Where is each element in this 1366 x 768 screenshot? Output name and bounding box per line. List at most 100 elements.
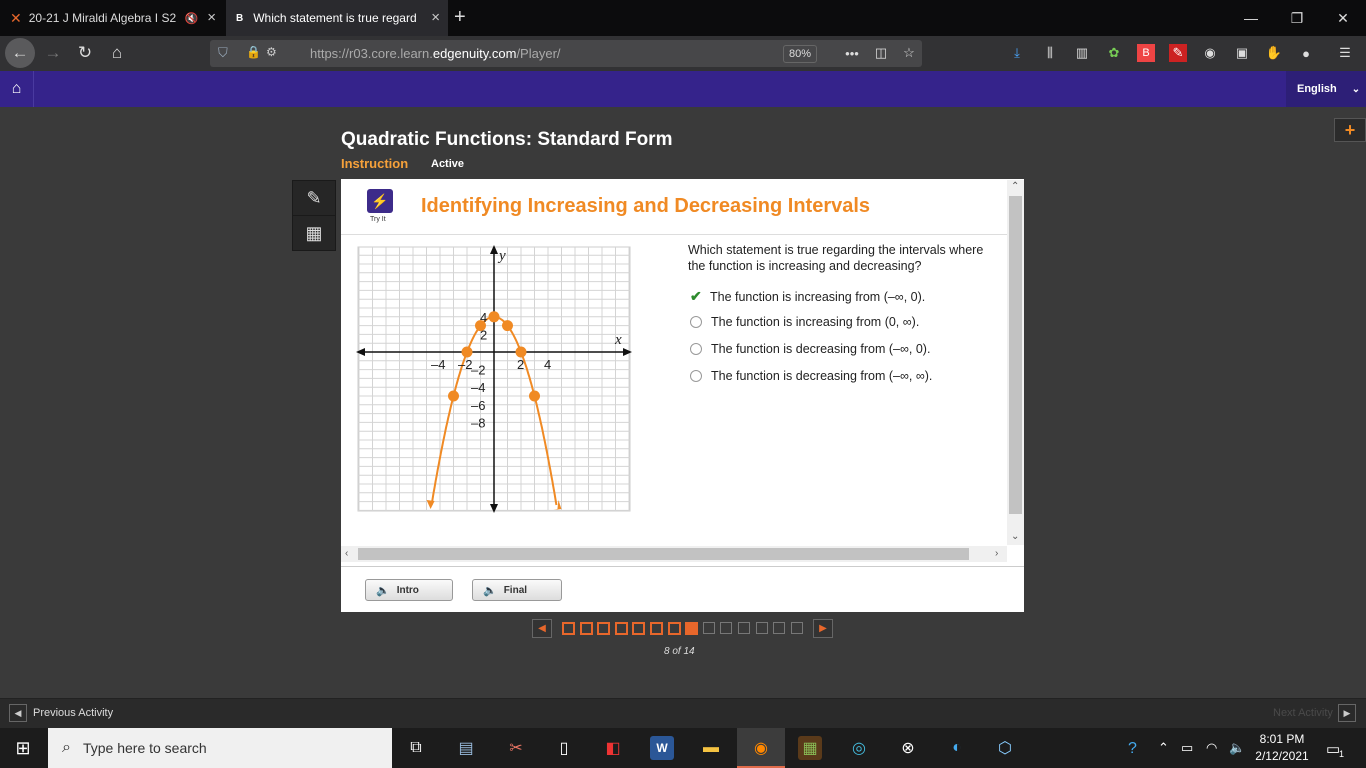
shield-icon[interactable]: ⛉ xyxy=(218,45,228,61)
radio-button[interactable] xyxy=(690,370,702,382)
x-tick-label: –4 xyxy=(431,357,445,372)
url-text[interactable]: https://r03.core.learn.edgenuity.com/Pla… xyxy=(310,46,561,61)
windows-start-icon[interactable]: ⊞ xyxy=(0,728,46,768)
scroll-up-icon[interactable]: ⌃ xyxy=(1011,181,1019,192)
minecraft-icon[interactable]: ▦ xyxy=(798,736,822,760)
office-icon[interactable]: ◧ xyxy=(601,736,625,760)
mute-tab-icon[interactable]: 🔇 xyxy=(185,12,199,25)
pager-page-box[interactable] xyxy=(773,622,786,634)
app-home-icon[interactable]: ⌂ xyxy=(0,71,34,107)
close-tab-icon[interactable]: × xyxy=(431,9,440,26)
sidebar-icon[interactable]: ▥ xyxy=(1073,44,1091,62)
forward-icon[interactable]: → xyxy=(38,38,68,68)
taskbar-clock[interactable]: 8:01 PM 2/12/2021 xyxy=(1250,731,1314,765)
pager-page-box[interactable] xyxy=(720,622,733,634)
help-icon[interactable]: ? xyxy=(1128,740,1137,758)
home-icon[interactable]: ⌂ xyxy=(102,38,132,68)
pager-page-box[interactable] xyxy=(562,622,575,635)
close-window-button[interactable]: ✕ xyxy=(1320,0,1366,36)
previous-activity-icon[interactable]: ◀ xyxy=(9,704,27,722)
app-4-icon[interactable]: ◐ xyxy=(945,736,969,760)
browser-tab-2[interactable]: B Which statement is true regard × xyxy=(226,0,448,36)
option-label: The function is decreasing from (–∞, ∞). xyxy=(711,369,933,383)
pager-next-icon[interactable]: ▶ xyxy=(813,619,833,638)
extension-2-icon[interactable]: B xyxy=(1137,44,1155,62)
final-audio-button[interactable]: 🔈 Final xyxy=(472,579,562,601)
calculator-tool-icon[interactable]: ▦ xyxy=(292,215,336,251)
file-icon[interactable]: ▯ xyxy=(552,736,576,760)
pocket-icon[interactable]: ◫ xyxy=(872,44,890,62)
battery-icon[interactable]: ▭ xyxy=(1181,740,1193,756)
firefox-icon[interactable]: ◉ xyxy=(749,736,773,760)
download-icon[interactable]: ⤓ xyxy=(1008,44,1026,62)
reload-icon[interactable]: ↻ xyxy=(70,38,100,68)
answer-option-1[interactable]: ✔ The function is increasing from (–∞, 0… xyxy=(690,288,925,305)
radio-button[interactable] xyxy=(690,343,702,355)
page-actions-icon[interactable]: ••• xyxy=(843,44,861,62)
back-icon[interactable]: ← xyxy=(5,38,35,68)
word-icon[interactable]: W xyxy=(650,736,674,760)
library-icon[interactable]: ⫼ xyxy=(1041,44,1059,62)
minimize-button[interactable]: — xyxy=(1228,0,1274,36)
graph-point xyxy=(461,346,473,358)
answer-option-4[interactable]: The function is decreasing from (–∞, ∞). xyxy=(690,369,932,383)
next-activity-icon[interactable]: ▶ xyxy=(1338,704,1356,722)
pager-page-box[interactable] xyxy=(632,622,646,635)
restore-button[interactable]: ❐ xyxy=(1274,0,1320,36)
answer-option-2[interactable]: The function is increasing from (0, ∞). xyxy=(690,315,919,329)
radio-button[interactable] xyxy=(690,316,702,328)
check-icon: ✔ xyxy=(690,288,702,304)
pager-page-box[interactable] xyxy=(579,622,593,635)
language-label: English xyxy=(1297,83,1337,95)
extension-6-icon[interactable]: ✋ xyxy=(1265,44,1283,62)
wifi-icon[interactable]: ◠ xyxy=(1206,740,1217,756)
browser-tab-1[interactable]: ✕ 20-21 J Miraldi Algebra I S2 A 🔇 × xyxy=(0,0,224,36)
scroll-left-icon[interactable]: ‹ xyxy=(345,548,348,559)
language-select[interactable]: English ⌄ xyxy=(1286,71,1366,107)
close-tab-icon[interactable]: × xyxy=(207,9,216,26)
pager-page-box[interactable] xyxy=(702,622,715,634)
pager-page-box[interactable] xyxy=(755,622,768,634)
taskbar-search[interactable]: ⌕ Type here to search xyxy=(48,728,392,768)
extension-5-icon[interactable]: ▣ xyxy=(1233,44,1251,62)
extension-3-icon[interactable]: ✎ xyxy=(1169,44,1187,62)
extension-7-icon[interactable]: ● xyxy=(1297,44,1315,62)
volume-icon[interactable]: 🔈 xyxy=(1229,740,1245,756)
vertical-scroll-thumb[interactable] xyxy=(1009,196,1022,514)
show-hidden-icons-icon[interactable]: ⌃ xyxy=(1158,740,1169,756)
extension-1-icon[interactable]: ✿ xyxy=(1105,44,1123,62)
task-view-icon[interactable]: ⧉ xyxy=(404,736,428,760)
app-1-icon[interactable]: ▤ xyxy=(454,736,478,760)
intro-audio-button[interactable]: 🔈 Intro xyxy=(365,579,453,601)
speaker-icon: 🔈 xyxy=(376,584,390,597)
scroll-right-icon[interactable]: › xyxy=(995,548,998,559)
pager-page-box[interactable] xyxy=(790,622,803,634)
new-tab-button[interactable]: + xyxy=(454,6,466,29)
next-activity-label[interactable]: Next Activity xyxy=(1273,707,1333,719)
horizontal-scroll-thumb[interactable] xyxy=(358,548,969,560)
bookmark-star-icon[interactable]: ☆ xyxy=(900,44,918,62)
app-5-icon[interactable]: ⬡ xyxy=(993,736,1017,760)
answer-option-3[interactable]: The function is decreasing from (–∞, 0). xyxy=(690,342,930,356)
scroll-down-icon[interactable]: ⌄ xyxy=(1011,531,1019,542)
pager-page-box[interactable] xyxy=(597,622,611,635)
expand-plus-button[interactable]: + xyxy=(1334,118,1366,142)
lock-icon[interactable]: 🔒 xyxy=(246,45,261,59)
previous-activity-label[interactable]: Previous Activity xyxy=(33,707,113,719)
app-3-icon[interactable]: ◎ xyxy=(847,736,871,760)
pager-page-box[interactable] xyxy=(650,622,663,635)
pager-page-box[interactable] xyxy=(738,622,750,634)
pager-prev-icon[interactable]: ◀ xyxy=(532,619,552,638)
pencil-tool-icon[interactable]: ✎ xyxy=(292,180,336,216)
zoom-level[interactable]: 80% xyxy=(783,45,817,63)
xbox-icon[interactable]: ⊗ xyxy=(896,736,920,760)
app-2-icon[interactable]: ✂ xyxy=(504,736,528,760)
pager-page-box[interactable] xyxy=(667,622,681,635)
permissions-icon[interactable]: ⚙ xyxy=(266,45,277,59)
pager-page-box[interactable] xyxy=(614,622,628,635)
file-explorer-icon[interactable]: ▬ xyxy=(699,736,723,760)
pager-page-box[interactable] xyxy=(685,622,699,635)
activity-title: Identifying Increasing and Decreasing In… xyxy=(421,195,871,217)
menu-icon[interactable]: ☰ xyxy=(1336,44,1354,62)
extension-4-icon[interactable]: ◉ xyxy=(1201,44,1219,62)
